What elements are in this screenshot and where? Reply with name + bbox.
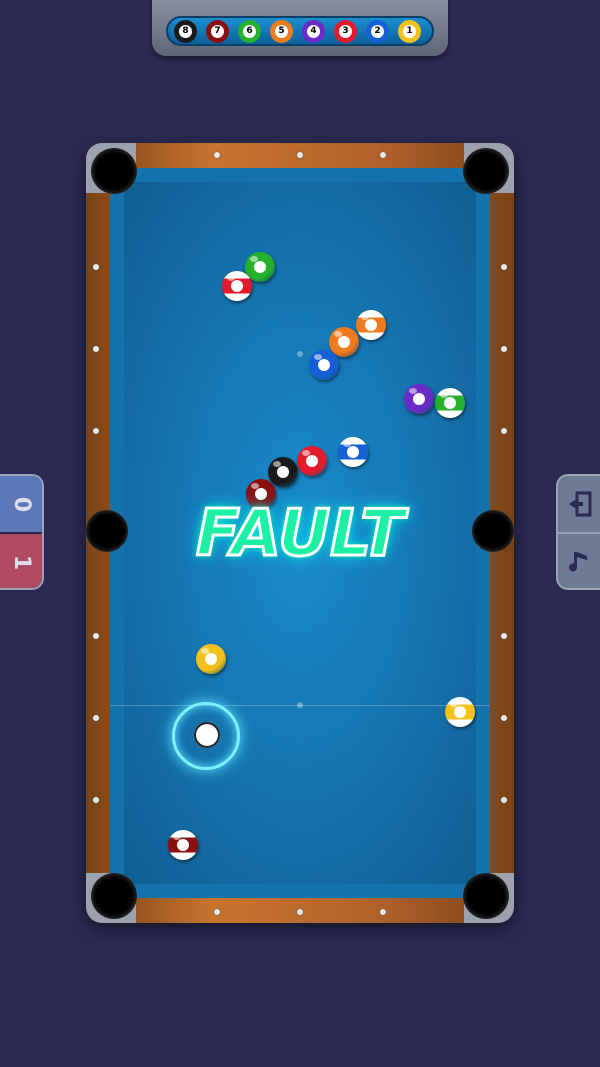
rail-diamond: [501, 264, 507, 270]
ball-shine: [302, 450, 310, 456]
music-note-icon: [569, 552, 587, 572]
ball-number-dot: [205, 653, 217, 665]
rail-diamond: [93, 428, 99, 434]
pocket-bottom-right: [463, 873, 509, 919]
ball-tray: 8 7 6 5 4 3 2 1: [152, 0, 448, 56]
tray-ball-number: 7: [211, 25, 224, 38]
ball-number-dot: [177, 839, 189, 851]
rail-diamond: [380, 909, 386, 915]
tray-ball-number: 2: [371, 25, 384, 38]
ball-shine: [250, 256, 258, 262]
rail-diamond: [93, 346, 99, 352]
tray-ball-number: 5: [275, 25, 288, 38]
ball-shine: [227, 275, 235, 281]
rail-diamond: [297, 152, 303, 158]
tray-ball-6: 6: [238, 20, 261, 43]
ball-red-stripe: [222, 271, 252, 301]
ball-shine: [201, 648, 209, 654]
tray-ball-number: 3: [339, 25, 352, 38]
rail-diamond: [214, 909, 220, 915]
ball-number-dot: [254, 261, 266, 273]
rail-diamond: [501, 428, 507, 434]
rail-diamond: [501, 346, 507, 352]
ball-shine: [173, 834, 181, 840]
cushion: [110, 168, 490, 182]
ball-blue-stripe: [338, 437, 368, 467]
ball-yellow: [196, 644, 226, 674]
tray-ball-number: 1: [403, 25, 416, 38]
ball-number-dot: [277, 466, 289, 478]
ball-tray-slot: 8 7 6 5 4 3 2 1: [166, 16, 434, 46]
ball-shine: [343, 441, 351, 447]
tray-ball-1: 1: [398, 20, 421, 43]
ball-number-dot: [231, 280, 243, 292]
rail-diamond: [501, 797, 507, 803]
cushion: [110, 884, 490, 898]
rail-diamond: [93, 797, 99, 803]
rail-diamond: [93, 633, 99, 639]
ball-number-dot: [338, 336, 350, 348]
rail-diamond: [501, 633, 507, 639]
tray-ball-number: 6: [243, 25, 256, 38]
ball-number-dot: [347, 446, 359, 458]
ball-yellow-stripe: [445, 697, 475, 727]
cue-ball[interactable]: [194, 722, 220, 748]
rail-diamond: [501, 715, 507, 721]
pocket-top-right: [463, 148, 509, 194]
tray-ball-7: 7: [206, 20, 229, 43]
control-panel: [556, 474, 600, 590]
ball-green-stripe: [435, 388, 465, 418]
scoreboard: 0 1: [0, 474, 44, 590]
ball-shine: [251, 483, 259, 489]
tray-ball-3: 3: [334, 20, 357, 43]
exit-door-icon: [569, 491, 592, 517]
pocket-bottom-left: [91, 873, 137, 919]
music-button[interactable]: [558, 534, 600, 588]
rail-diamond: [380, 152, 386, 158]
ball-number-dot: [306, 455, 318, 467]
player-bottom-score: 1: [0, 534, 42, 588]
ball-black: [268, 457, 298, 487]
ball-blue: [309, 350, 339, 380]
ball-number-dot: [413, 393, 425, 405]
foot-spot: [297, 351, 303, 357]
exit-button[interactable]: [558, 476, 600, 534]
tray-ball-5: 5: [270, 20, 293, 43]
ball-number-dot: [454, 706, 466, 718]
ball-shine: [361, 314, 369, 320]
rail-diamond: [93, 715, 99, 721]
ball-number-dot: [444, 397, 456, 409]
ball-shine: [273, 461, 281, 467]
fault-message: FAULT: [195, 496, 406, 573]
ball-purple: [404, 384, 434, 414]
ball-orange-stripe: [356, 310, 386, 340]
rail-diamond: [93, 264, 99, 270]
tray-ball-8: 8: [174, 20, 197, 43]
tray-ball-2: 2: [366, 20, 389, 43]
ball-maroon-stripe: [168, 830, 198, 860]
ball-shine: [440, 392, 448, 398]
ball-number-dot: [318, 359, 330, 371]
player-top-score: 0: [0, 476, 42, 532]
pocket-middle-left: [86, 510, 128, 552]
rail-diamond: [297, 909, 303, 915]
ball-shine: [314, 354, 322, 360]
tray-ball-number: 4: [307, 25, 320, 38]
pocket-middle-right: [472, 510, 514, 552]
ball-shine: [334, 331, 342, 337]
pocket-top-left: [91, 148, 137, 194]
tray-ball-number: 8: [179, 25, 192, 38]
rail-diamond: [214, 152, 220, 158]
ball-shine: [450, 701, 458, 707]
ball-shine: [409, 388, 417, 394]
ball-red: [297, 446, 327, 476]
tray-ball-4: 4: [302, 20, 325, 43]
head-spot: [297, 702, 303, 708]
ball-number-dot: [365, 319, 377, 331]
